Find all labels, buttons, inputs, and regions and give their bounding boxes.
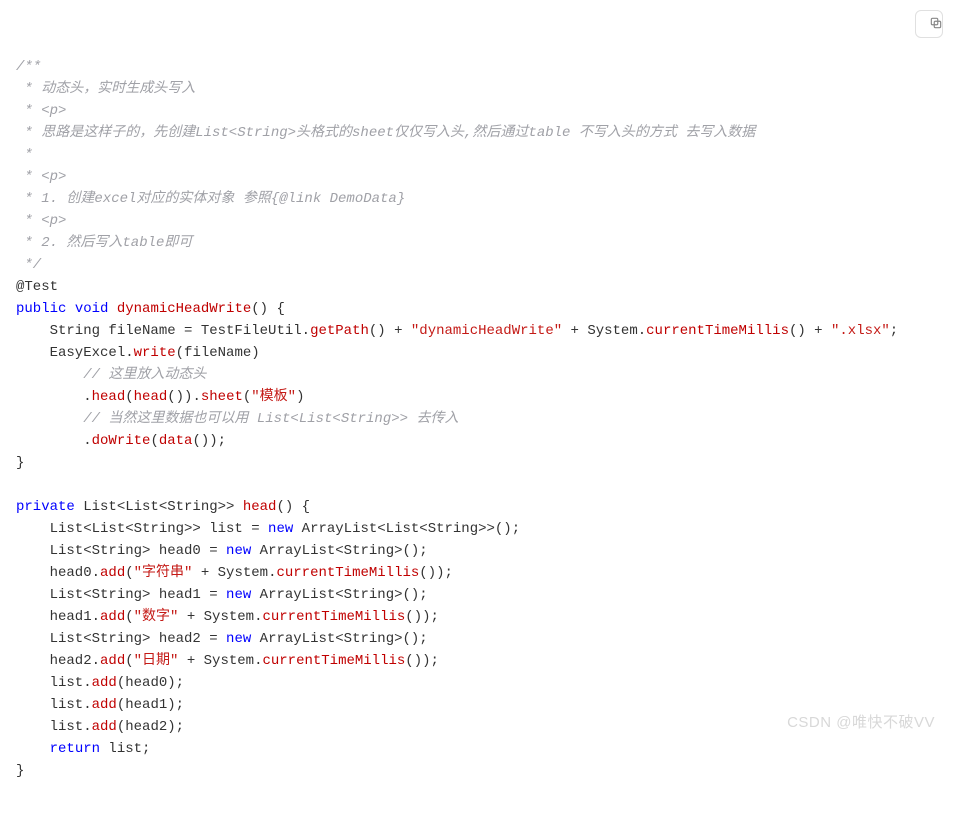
code-text: + System. (178, 653, 262, 669)
code-text: ArrayList<String>(); (251, 631, 427, 647)
comment-line: * <p> (16, 103, 66, 119)
code-text: } (16, 455, 24, 471)
code-text: EasyExcel. (16, 345, 134, 361)
method-call: add (100, 653, 125, 669)
code-text: . (16, 433, 92, 449)
code-text: ; (890, 323, 898, 339)
comment-line: * 思路是这样子的，先创建List<String>头格式的sheet仅仅写入头,… (16, 125, 755, 141)
method-call: head (92, 389, 126, 405)
code-text (16, 741, 50, 757)
comment-line: * (16, 147, 33, 163)
comment-line: * 动态头，实时生成头写入 (16, 81, 195, 97)
code-text: head2. (16, 653, 100, 669)
keyword-public: public (16, 301, 66, 317)
code-text: () { (276, 499, 310, 515)
method-name: head (234, 499, 276, 515)
comment-line: /** (16, 59, 41, 75)
code-text: () { (251, 301, 285, 317)
method-call: currentTimeMillis (646, 323, 789, 339)
code-text: list. (16, 675, 92, 691)
copy-button[interactable] (915, 10, 943, 38)
keyword-new: new (226, 587, 251, 603)
comment-line: * <p> (16, 213, 66, 229)
code-text: ( (125, 609, 133, 625)
code-text: . (16, 389, 92, 405)
code-text: List<String> head0 = (16, 543, 226, 559)
comment-line: // 当然这里数据也可以用 List<List<String>> 去传入 (16, 411, 458, 427)
comment-line: // 这里放入动态头 (16, 367, 206, 383)
code-text: ArrayList<String>(); (251, 543, 427, 559)
code-text: ()); (405, 609, 439, 625)
method-call: head (134, 389, 168, 405)
code-text: ()). (167, 389, 201, 405)
code-text: (head0); (117, 675, 184, 691)
keyword-void: void (66, 301, 108, 317)
code-text: ()); (192, 433, 226, 449)
code-text: + System. (192, 565, 276, 581)
keyword-new: new (268, 521, 293, 537)
code-text: head0. (16, 565, 100, 581)
code-block: /** * 动态头，实时生成头写入 * <p> * 思路是这样子的，先创建Lis… (0, 0, 957, 798)
keyword-new: new (226, 631, 251, 647)
code-text: () + (369, 323, 411, 339)
method-name: dynamicHeadWrite (108, 301, 251, 317)
code-text: List<String> head2 = (16, 631, 226, 647)
code-text: ()); (419, 565, 453, 581)
keyword-return: return (50, 741, 100, 757)
code-text: } (16, 763, 24, 779)
method-call: data (159, 433, 193, 449)
code-text: ) (296, 389, 304, 405)
method-call: doWrite (92, 433, 151, 449)
keyword-new: new (226, 543, 251, 559)
string-literal: "dynamicHeadWrite" (411, 323, 562, 339)
code-text: list. (16, 719, 92, 735)
code-text: (head1); (117, 697, 184, 713)
keyword-private: private (16, 499, 75, 515)
string-literal: ".xlsx" (831, 323, 890, 339)
code-text: ( (125, 565, 133, 581)
method-call: sheet (201, 389, 243, 405)
code-text: + System. (562, 323, 646, 339)
method-call: currentTimeMillis (262, 609, 405, 625)
method-call: currentTimeMillis (276, 565, 419, 581)
comment-line: * <p> (16, 169, 66, 185)
method-call: write (134, 345, 176, 361)
string-literal: "日期" (134, 653, 179, 669)
code-text: ( (125, 389, 133, 405)
comment-line: * 2. 然后写入table即可 (16, 235, 192, 251)
copy-icon (915, 1, 944, 48)
code-text: head1. (16, 609, 100, 625)
method-call: add (92, 719, 117, 735)
string-literal: "字符串" (134, 565, 193, 581)
code-text: List<String> head1 = (16, 587, 226, 603)
code-text: ( (125, 653, 133, 669)
code-text: ArrayList<String>(); (251, 587, 427, 603)
comment-line: * 1. 创建excel对应的实体对象 参照{@link DemoData} (16, 191, 405, 207)
code-text: ()); (405, 653, 439, 669)
code-text: list. (16, 697, 92, 713)
code-content: /** * 动态头，实时生成头写入 * <p> * 思路是这样子的，先创建Lis… (16, 59, 898, 779)
method-call: add (92, 697, 117, 713)
code-text: list; (100, 741, 150, 757)
string-literal: "模板" (251, 389, 296, 405)
code-text: (head2); (117, 719, 184, 735)
method-call: add (92, 675, 117, 691)
string-literal: "数字" (134, 609, 179, 625)
method-call: add (100, 565, 125, 581)
code-text: ArrayList<List<String>>(); (293, 521, 520, 537)
code-text: () + (789, 323, 831, 339)
comment-line: */ (16, 257, 41, 273)
code-text: + System. (178, 609, 262, 625)
method-call: currentTimeMillis (262, 653, 405, 669)
code-text: ( (150, 433, 158, 449)
code-text: (fileName) (176, 345, 260, 361)
code-text: String fileName = TestFileUtil. (16, 323, 310, 339)
method-call: getPath (310, 323, 369, 339)
method-call: add (100, 609, 125, 625)
code-text: List<List<String>> (75, 499, 235, 515)
annotation: @Test (16, 279, 58, 295)
code-text: List<List<String>> list = (16, 521, 268, 537)
